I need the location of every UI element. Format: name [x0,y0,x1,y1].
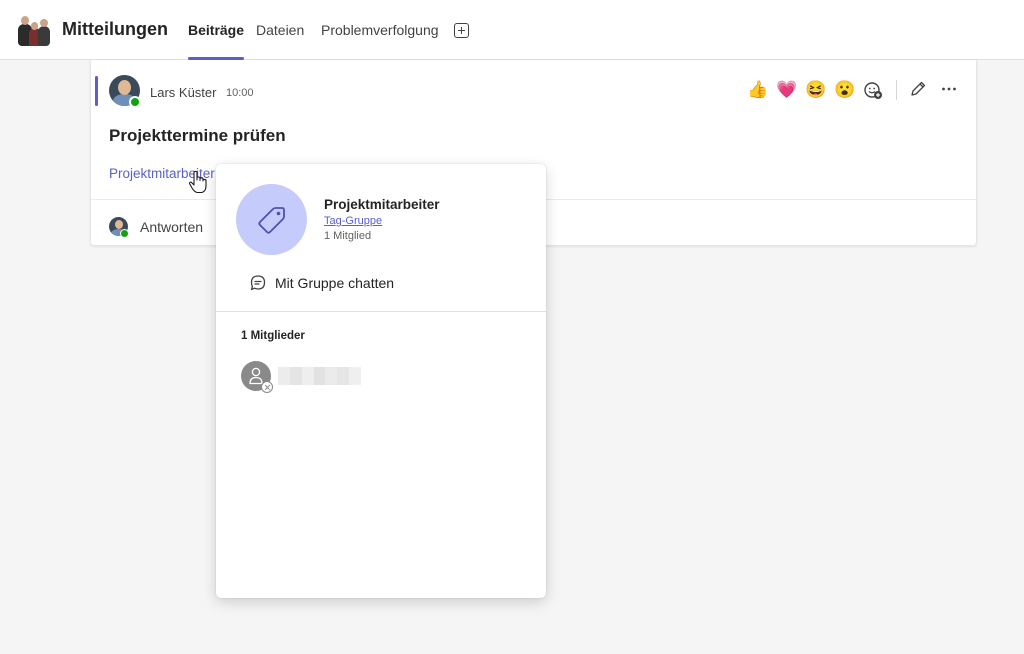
edit-icon[interactable] [907,80,929,100]
tag-icon [258,207,285,234]
tab-dateien[interactable]: Dateien [256,22,304,60]
add-tab-icon[interactable] [454,23,469,38]
thumbs-up-icon[interactable]: 👍 [747,80,768,100]
add-reaction-icon[interactable] [863,80,883,100]
post-accent-bar [95,76,98,106]
tab-problemverfolgung[interactable]: Problemverfolgung [321,22,439,60]
presence-available-icon [129,96,141,108]
toolbar-divider [896,80,897,100]
chat-with-group-button[interactable]: Mit Gruppe chatten [249,272,394,294]
tag-profile-card: Projektmitarbeiter Tag-Gruppe 1 Mitglied… [216,164,546,598]
group-type-link[interactable]: Tag-Gruppe [324,215,382,227]
popup-divider [216,311,546,312]
post-subject: Projekttermine prüfen [109,126,286,145]
chat-bubble-icon [250,275,266,291]
presence-available-icon [120,229,129,238]
group-member-count: 1 Mitglied [324,230,372,242]
tab-beitraege[interactable]: Beiträge [188,22,245,60]
reaction-bar: 👍 💗 😆 😮 [747,78,969,102]
group-name: Projektmitarbeiter [324,197,440,212]
tag-avatar [236,184,307,255]
author-name[interactable]: Lars Küster [150,85,216,100]
more-icon[interactable] [938,80,960,100]
post-time: 10:00 [226,87,254,99]
surprised-icon[interactable]: 😮 [834,80,855,100]
hand-cursor-icon [188,170,208,194]
member-name-redacted[interactable] [278,367,362,385]
channel-header: Mitteilungen Beiträge Dateien Problemver… [0,0,1024,60]
heart-icon[interactable]: 💗 [776,80,797,100]
presence-offline-icon [261,381,273,393]
channel-title: Mitteilungen [62,19,168,39]
members-heading: 1 Mitglieder [241,330,305,342]
team-avatar[interactable] [18,14,50,46]
chat-with-group-label: Mit Gruppe chatten [275,275,395,291]
laugh-icon[interactable]: 😆 [805,80,826,100]
reply-button[interactable]: Antworten [140,219,203,235]
